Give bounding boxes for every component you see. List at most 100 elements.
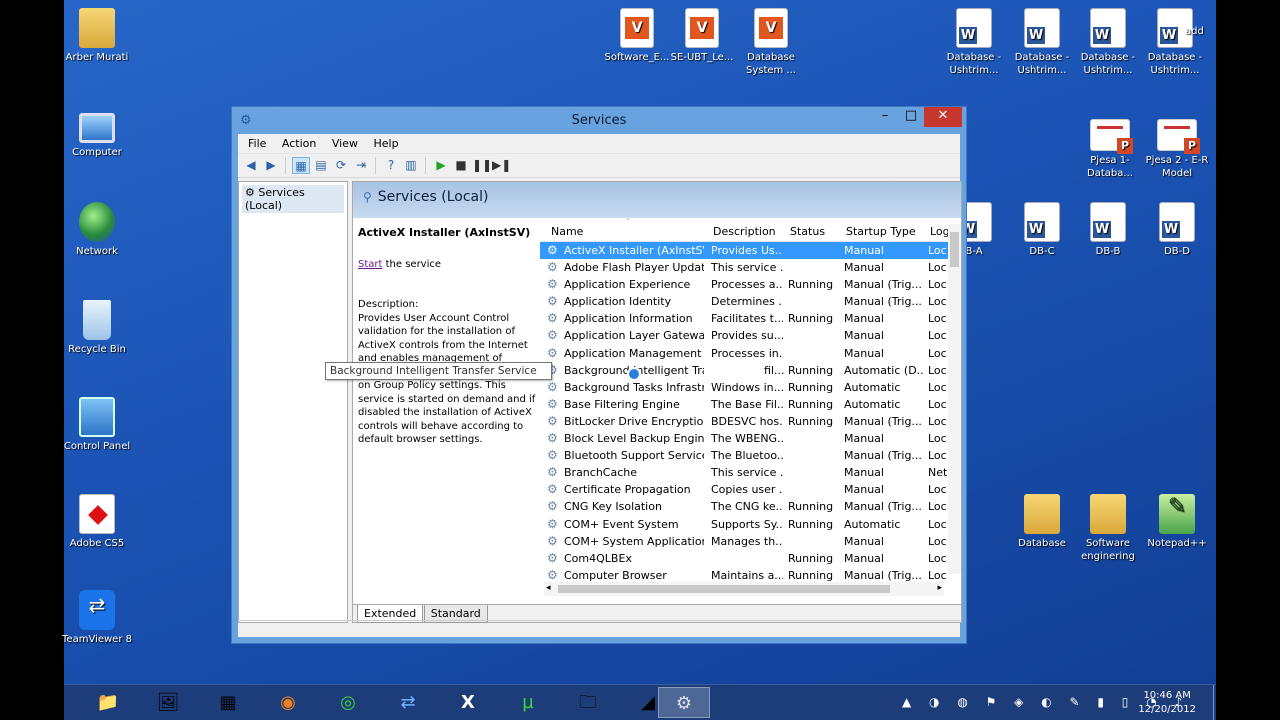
desktop-icon[interactable]: Adobe CS5 bbox=[57, 494, 137, 550]
desktop-icon[interactable]: Database System ... bbox=[731, 8, 811, 77]
col-startup[interactable]: Startup Type bbox=[846, 225, 916, 238]
back-icon[interactable]: ◀ bbox=[242, 157, 260, 174]
firewall-icon[interactable]: ▦ bbox=[202, 687, 254, 718]
col-status[interactable]: Status bbox=[790, 225, 825, 238]
desktop-icon[interactable]: DB-B bbox=[1068, 202, 1148, 258]
services-icon[interactable]: ⚙ bbox=[658, 687, 710, 718]
service-log-on-as: Loc bbox=[928, 534, 947, 548]
close-button[interactable]: ✕ bbox=[924, 107, 962, 127]
vertical-scrollbar[interactable] bbox=[948, 224, 961, 574]
desktop-icon[interactable]: TeamViewer 8 bbox=[57, 590, 137, 646]
col-log-on[interactable]: Log bbox=[930, 225, 950, 238]
service-row[interactable]: ⚙ Base Filtering Engine The Base Fil... Run… bbox=[540, 396, 961, 413]
properties-icon[interactable]: ▤ bbox=[312, 157, 330, 174]
clock[interactable]: 10:46 AM 12/20/2012 bbox=[1138, 689, 1196, 717]
firefox-icon[interactable]: ◉ bbox=[262, 687, 314, 718]
start-service-link[interactable]: Start bbox=[358, 259, 382, 270]
service-row[interactable]: ⚙ COM+ System Application Manages th... Man… bbox=[540, 533, 961, 550]
horizontal-scrollbar[interactable]: ◂ ▸ bbox=[544, 582, 944, 596]
service-row[interactable]: ⚙ CNG Key Isolation The CNG ke... Running Ma… bbox=[540, 498, 961, 515]
service-row[interactable]: ⚙ Application Information Facilitates t...… bbox=[540, 310, 961, 327]
windows-photo-icon[interactable]: 🖼 bbox=[142, 687, 194, 718]
scroll-left-icon[interactable]: ◂ bbox=[546, 583, 551, 593]
desktop-icon[interactable]: Computer bbox=[57, 105, 137, 159]
service-row[interactable]: ⚙ Application Management Processes in... Ma… bbox=[540, 345, 961, 362]
visual-paradigm-file-icon bbox=[754, 8, 788, 48]
services-node-icon: ⚙ bbox=[245, 186, 259, 199]
service-row[interactable]: ⚙Background Intelligent Transfer Service… bbox=[540, 362, 961, 379]
service-name: Certificate Propagation bbox=[564, 483, 691, 497]
service-log-on-as: Loc bbox=[928, 500, 947, 514]
menu-action[interactable]: Action bbox=[276, 134, 322, 153]
status-bar bbox=[238, 620, 960, 637]
library-icon[interactable]: 🗀 bbox=[562, 687, 614, 718]
razer-icon[interactable]: ◎ bbox=[322, 687, 374, 718]
service-row[interactable]: ⚙ Background Tasks Infrastru... Windows in… bbox=[540, 379, 961, 396]
minimize-button[interactable]: – bbox=[872, 107, 898, 127]
service-row[interactable]: ⚙ ActiveX Installer (AxInstSV) Provides Us… bbox=[540, 242, 961, 260]
service-row[interactable]: ⚙ Block Level Backup Engine ... The WBENG.… bbox=[540, 430, 961, 447]
title-bar[interactable]: ⚙ Services – □ ✕ bbox=[232, 107, 966, 134]
desktop-icon-label: SE-UBT_Le... bbox=[670, 52, 734, 63]
service-row[interactable]: ⚙ Adobe Flash Player Update ... This servi… bbox=[540, 259, 961, 276]
service-row[interactable]: ⚙ Application Identity Determines ... Manua… bbox=[540, 293, 961, 310]
console-tree-icon[interactable]: ▦ bbox=[292, 157, 310, 174]
stop-service-icon[interactable]: ■ bbox=[452, 157, 470, 174]
service-row[interactable]: ⚙ Com4QLBEx Running Manual Loc bbox=[540, 550, 961, 567]
export-icon[interactable]: ⇥ bbox=[352, 157, 370, 174]
desktop-icon[interactable]: add bbox=[1185, 8, 1215, 38]
desktop-icon[interactable]: Control Panel bbox=[57, 397, 137, 453]
desktop-icon[interactable]: Software enginering bbox=[1068, 494, 1148, 563]
desktop-icon[interactable]: Notepad++ bbox=[1137, 494, 1217, 550]
teamviewer-icon[interactable]: ⇄ bbox=[382, 687, 434, 718]
refresh-icon[interactable]: ⟳ bbox=[332, 157, 350, 174]
restart-service-icon[interactable]: ▶❚ bbox=[492, 157, 511, 174]
menu-view[interactable]: View bbox=[326, 134, 364, 153]
desktop-icon[interactable]: Pjesa 2 - E-R Model bbox=[1137, 113, 1217, 180]
service-name: CNG Key Isolation bbox=[564, 500, 662, 514]
forward-icon[interactable]: ▶ bbox=[262, 157, 280, 174]
service-startup-type: Automatic bbox=[844, 397, 901, 411]
service-log-on-as: Loc bbox=[928, 329, 947, 343]
show-hide-icon[interactable]: ▥ bbox=[402, 157, 420, 174]
help-icon[interactable]: ? bbox=[382, 157, 400, 174]
toolbar: ◀ ▶ ▦ ▤ ⟳ ⇥? ▥ ▶ ■ ❚❚▶❚ bbox=[238, 154, 960, 178]
pause-service-icon[interactable]: ❚❚ bbox=[472, 157, 492, 174]
service-startup-type: Manual bbox=[844, 312, 884, 326]
desktop-icon[interactable]: DB-D bbox=[1137, 202, 1217, 258]
col-description[interactable]: Description bbox=[713, 225, 776, 238]
detail-title: ActiveX Installer (AxInstSV) bbox=[358, 226, 531, 239]
service-row[interactable]: ⚙ Bluetooth Support Service The Bluetoo...… bbox=[540, 447, 961, 464]
nav-services-local[interactable]: ⚙ Services (Local) bbox=[242, 185, 344, 213]
menu-file[interactable]: File bbox=[242, 134, 272, 153]
service-row[interactable]: ⚙ Application Layer Gateway ... Provides s… bbox=[540, 327, 961, 344]
window-client: File Action View Help ◀ ▶ ▦ ▤ ⟳ ⇥? ▥ ▶ ■ ❚❚▶❚ ⚙ S… bbox=[238, 134, 962, 637]
start-service-icon[interactable]: ▶ bbox=[432, 157, 450, 174]
scroll-right-icon[interactable]: ▸ bbox=[937, 583, 942, 593]
desktop-icon[interactable]: Network bbox=[57, 202, 137, 258]
service-status: Running bbox=[788, 380, 834, 394]
desktop-icon[interactable]: Recycle Bin bbox=[57, 300, 137, 356]
col-name[interactable]: Name bbox=[551, 225, 583, 238]
utorrent-icon[interactable]: µ bbox=[502, 687, 554, 718]
maximize-button[interactable]: □ bbox=[898, 107, 924, 127]
desktop-icon[interactable]: Arber Murati bbox=[57, 8, 137, 64]
toolbar-separator bbox=[285, 157, 289, 174]
file-explorer-icon[interactable]: 📁 bbox=[82, 687, 134, 718]
tooltip: Background Intelligent Transfer Service bbox=[325, 362, 552, 380]
service-row[interactable]: ⚙ BitLocker Drive Encryption ... BDESVC ho… bbox=[540, 413, 961, 430]
word-document-icon bbox=[956, 8, 992, 48]
desktop-icon[interactable]: SE-UBT_Le... bbox=[662, 8, 742, 64]
service-row[interactable]: ⚙ BranchCache This service ... Manual Net bbox=[540, 464, 961, 481]
show-desktop-button[interactable] bbox=[1213, 685, 1216, 720]
service-row[interactable]: ⚙ Certificate Propagation Copies user ... M… bbox=[540, 481, 961, 498]
menu-help[interactable]: Help bbox=[367, 134, 404, 153]
hscroll-thumb[interactable] bbox=[558, 585, 890, 593]
service-log-on-as: Loc bbox=[928, 278, 947, 292]
service-startup-type: Manual bbox=[844, 466, 884, 480]
service-row[interactable]: ⚙ COM+ Event System Supports Sy... Running A… bbox=[540, 516, 961, 533]
excel-icon[interactable]: X bbox=[442, 687, 494, 718]
service-row[interactable]: ⚙ Application Experience Processes a... Run… bbox=[540, 276, 961, 293]
adobe-folder-icon bbox=[79, 494, 115, 534]
vscroll-thumb[interactable] bbox=[950, 232, 959, 267]
